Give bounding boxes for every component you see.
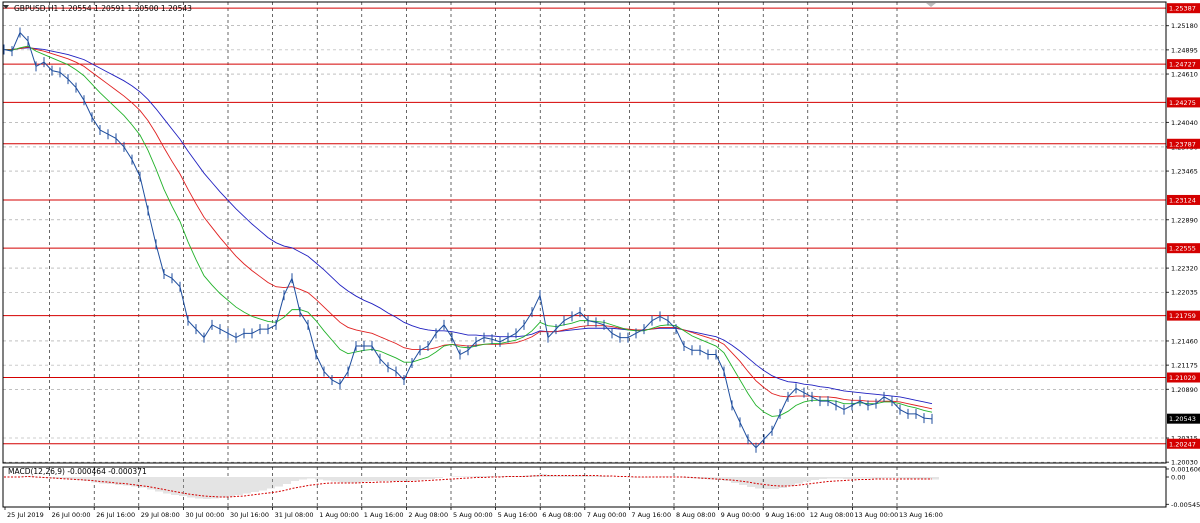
y-tick-label: 1.25180: [1171, 22, 1198, 30]
x-tick-label: 30 Jul 00:00: [185, 511, 224, 519]
x-tick-label: 2 Aug 08:00: [408, 511, 448, 519]
x-tick-label: 9 Aug 00:00: [721, 511, 761, 519]
x-tick-label: 7 Aug 16:00: [631, 511, 671, 519]
y-tick-label: 1.24895: [1171, 46, 1198, 54]
y-tick-label: 1.23465: [1171, 168, 1198, 176]
y-tick-label: 1.24040: [1171, 119, 1198, 127]
level-label: 1.23124: [1169, 196, 1196, 204]
macd-title: MACD(12,26,9) -0.000464 -0.000371: [8, 467, 147, 476]
y-tick-label: 1.20890: [1171, 386, 1198, 394]
x-tick-label: 7 Aug 00:00: [587, 511, 627, 519]
macd-y-tick-label: 0.001606: [1171, 465, 1200, 473]
macd-y-tick-label: -0.005458: [1171, 501, 1200, 509]
y-tick-label: 1.22890: [1171, 216, 1198, 224]
y-tick-label: 1.21460: [1171, 337, 1198, 345]
level-label: 1.25387: [1169, 5, 1196, 13]
x-tick-label: 1 Aug 00:00: [319, 511, 359, 519]
level-label: 1.24275: [1169, 99, 1196, 107]
x-tick-label: 26 Jul 16:00: [96, 511, 135, 519]
chart-title: GBPUSD,H1 1.20554 1.20591 1.20500 1.2054…: [14, 4, 192, 13]
macd-y-tick-label: 0.00: [1171, 474, 1185, 482]
x-tick-label: 26 Jul 00:00: [52, 511, 91, 519]
level-label: 1.21759: [1169, 312, 1196, 320]
level-label: 1.21029: [1169, 374, 1196, 382]
x-tick-label: 12 Aug 08:00: [810, 511, 854, 519]
x-tick-label: 6 Aug 08:00: [542, 511, 582, 519]
x-tick-label: 1 Aug 16:00: [364, 511, 404, 519]
x-tick-label: 5 Aug 16:00: [498, 511, 538, 519]
chart-background: [0, 0, 1200, 523]
x-tick-label: 30 Jul 16:00: [230, 511, 269, 519]
x-tick-label: 29 Jul 08:00: [141, 511, 180, 519]
level-label: 1.20247: [1169, 440, 1196, 448]
y-tick-label: 1.22320: [1171, 265, 1198, 273]
level-label: 1.23787: [1169, 140, 1196, 148]
x-tick-label: 25 Jul 2019: [7, 511, 44, 519]
current-price-label: 1.20543: [1169, 415, 1196, 423]
level-label: 1.22555: [1169, 245, 1196, 253]
level-label: 1.24727: [1169, 61, 1196, 69]
x-tick-label: 8 Aug 08:00: [676, 511, 716, 519]
y-tick-label: 1.21175: [1171, 362, 1198, 370]
x-tick-label: 9 Aug 16:00: [765, 511, 805, 519]
x-tick-label: 13 Aug 00:00: [854, 511, 898, 519]
chart-canvas: 1.251801.248951.246101.240401.237501.234…: [0, 0, 1200, 523]
y-tick-label: 1.22035: [1171, 289, 1198, 297]
x-tick-label: 5 Aug 00:00: [453, 511, 493, 519]
x-tick-label: 13 Aug 16:00: [899, 511, 943, 519]
x-tick-label: 31 Jul 08:00: [275, 511, 314, 519]
y-tick-label: 1.24610: [1171, 71, 1198, 79]
